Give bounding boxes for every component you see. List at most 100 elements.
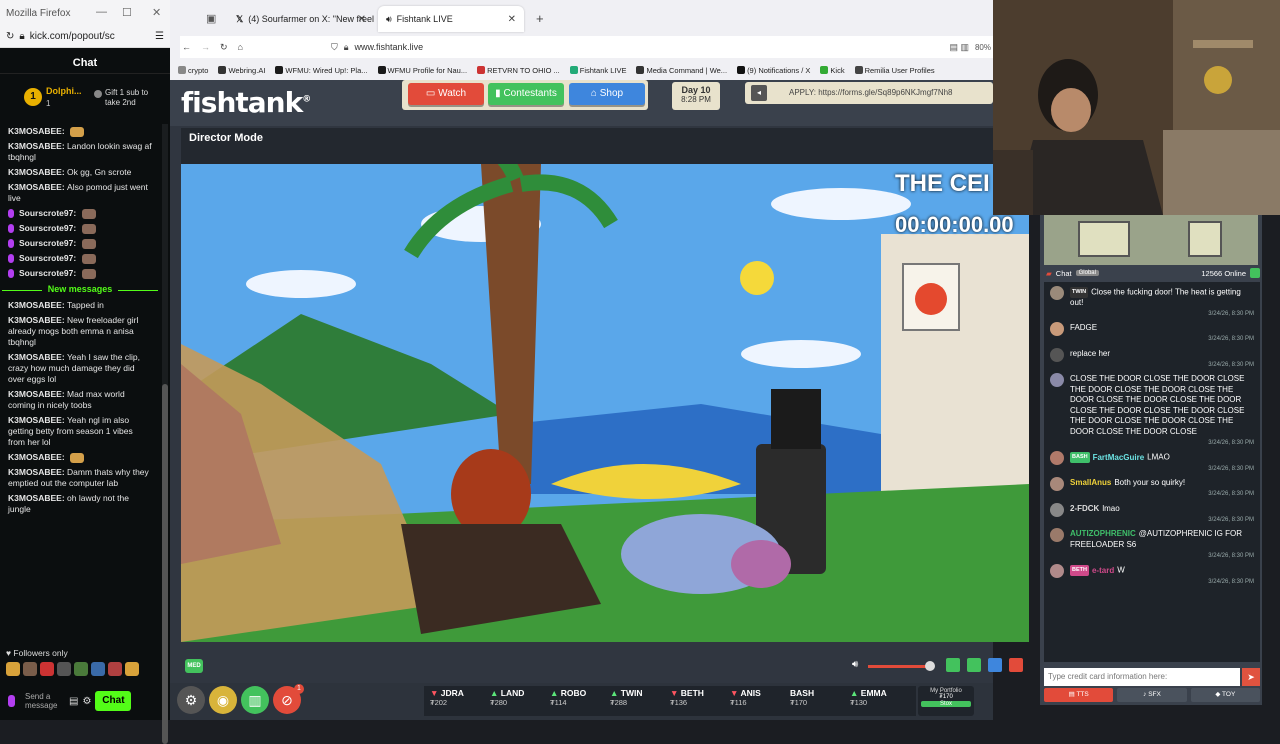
items-icon[interactable]: ▥	[241, 686, 269, 714]
home-icon[interactable]: ⌂	[238, 42, 243, 52]
send-message-input[interactable]: Send a message	[25, 692, 65, 710]
bookmark-item[interactable]: Media Command | We...	[636, 66, 727, 75]
pinned-user[interactable]: Dolphi...	[46, 86, 82, 96]
chat-username[interactable]: FartMacGuire	[1093, 453, 1145, 462]
chat-username[interactable]: e-tard	[1092, 566, 1114, 575]
fishtank-logo[interactable]: fishtank®	[181, 86, 311, 119]
mic-icon[interactable]	[8, 695, 15, 707]
new-tab-icon[interactable]: +	[536, 11, 544, 26]
back-arrow-icon[interactable]: ◂	[751, 85, 767, 101]
tab-close-icon[interactable]: ✕	[508, 14, 516, 25]
apply-banner[interactable]: ◂ APPLY: https://forms.gle/Sq89p6NKJmgf7…	[745, 82, 993, 104]
avatar[interactable]	[1050, 564, 1064, 579]
avatar[interactable]	[1050, 373, 1064, 388]
volume-slider-handle[interactable]	[925, 661, 935, 671]
gift-sub-prompt[interactable]: Gift 1 sub to take 2nd	[105, 88, 163, 108]
tts-button[interactable]: ▤ TTS	[1044, 688, 1114, 702]
tab-fishtank[interactable]: 🔊︎ Fishtank LIVE ✕	[378, 6, 524, 32]
menu-icon[interactable]: ☰	[155, 31, 164, 42]
settings-gear-icon[interactable]: ⚙	[177, 686, 205, 714]
avatar[interactable]	[1050, 322, 1064, 337]
global-tab[interactable]: Global	[1075, 270, 1099, 276]
emote-icon[interactable]	[108, 662, 122, 676]
bookmark-item[interactable]: WFMU: Wired Up!: Pla...	[275, 66, 368, 75]
tab-x-sourfarmer[interactable]: 𝕏 (4) Sourfarmer on X: "New freel ✕	[228, 6, 374, 32]
tab-close-icon[interactable]: ✕	[358, 14, 366, 25]
bookmark-item[interactable]: Remilia User Profiles	[854, 66, 935, 75]
chat-username[interactable]: K3MOSABEE:	[8, 389, 67, 399]
chat-username[interactable]: K3MOSABEE:	[8, 167, 67, 177]
chat-input[interactable]: Type credit card information here:	[1044, 668, 1240, 686]
chat-username[interactable]: K3MOSABEE:	[8, 126, 67, 136]
chat-send-button[interactable]: Chat	[95, 691, 132, 711]
extensions-icon[interactable]: ▤ ▥	[949, 42, 969, 53]
fullscreen-icon[interactable]	[988, 658, 1002, 672]
emote-icon[interactable]	[6, 662, 20, 676]
chat-send-icon[interactable]: ➤	[1242, 668, 1260, 686]
chat-username[interactable]: Sourscrote97:	[19, 223, 79, 233]
stock-ticker[interactable]: ▼ JDRA ₮202 ▲ LAND ₮280 ▲ ROBO ₮114 ▲ TWIN ₮288…	[424, 686, 916, 716]
ticker-item[interactable]: ▲ EMMA ₮130	[844, 686, 904, 716]
emote-icon[interactable]	[40, 662, 54, 676]
volume-slider[interactable]	[868, 665, 930, 668]
bookmark-item[interactable]: crypto	[178, 66, 208, 75]
forward-icon[interactable]: →	[201, 42, 210, 52]
chat-username[interactable]: Sourscrote97:	[19, 268, 79, 278]
chat-username[interactable]: Sourscrote97:	[19, 238, 79, 248]
shop-button[interactable]: ⌂ Shop	[569, 83, 645, 105]
chat-username[interactable]: K3MOSABEE:	[8, 300, 67, 310]
back-icon[interactable]: ←	[182, 42, 191, 52]
chat-username[interactable]: K3MOSABEE:	[8, 315, 67, 325]
toy-button[interactable]: ◆ TOY	[1190, 688, 1260, 702]
emote-icon[interactable]	[91, 662, 105, 676]
avatar[interactable]	[1050, 347, 1064, 362]
chat-username[interactable]: SmallAnus	[1070, 478, 1111, 487]
ticker-item[interactable]: ▼ ANIS ₮116	[724, 686, 784, 716]
address-bar[interactable]: ← → ↻ ⌂ ⛉ 🔒︎ www.fishtank.live ▤ ▥ 80%	[180, 36, 993, 58]
avatar[interactable]	[1050, 502, 1064, 517]
bookmark-item[interactable]: Webring.AI	[218, 66, 265, 75]
chat-username[interactable]: K3MOSABEE:	[8, 452, 67, 462]
avatar[interactable]	[1050, 528, 1064, 543]
minimize-icon[interactable]: —	[96, 6, 107, 18]
ticker-item[interactable]: ▼ BETH ₮136	[664, 686, 724, 716]
close-icon[interactable]: ✕	[152, 6, 161, 19]
bookmark-item[interactable]: Kick	[820, 66, 845, 75]
emote-icon[interactable]	[125, 662, 139, 676]
coins-icon[interactable]: ◉	[209, 686, 237, 714]
tab-overview-icon[interactable]: ▣	[206, 12, 216, 25]
ticker-item[interactable]: ▲ LAND ₮280	[484, 686, 544, 716]
quality-badge[interactable]: MED	[185, 659, 203, 673]
avatar[interactable]	[1050, 477, 1064, 492]
emote-icon[interactable]	[74, 662, 88, 676]
chat-username[interactable]: Sourscrote97:	[19, 253, 79, 263]
bookmark-item[interactable]: Fishtank LIVE	[569, 66, 626, 75]
emote-icon[interactable]	[57, 662, 71, 676]
url-text[interactable]: www.fishtank.live	[355, 42, 424, 52]
bookmark-item[interactable]: (9) Notifications / X	[737, 66, 810, 75]
emote-bar[interactable]	[6, 662, 166, 678]
chat-username[interactable]: K3MOSABEE:	[8, 182, 67, 192]
stox-button[interactable]: Stox	[921, 701, 971, 707]
portfolio-widget[interactable]: My Portfolio ₮170 Stox	[918, 686, 974, 716]
maximize-icon[interactable]: ☐	[122, 6, 132, 19]
chat-username[interactable]: K3MOSABEE:	[8, 352, 67, 362]
volume-icon[interactable]: 🔊︎	[852, 659, 858, 670]
chat-username[interactable]: 2-FDCK	[1070, 504, 1099, 513]
emote-icon[interactable]	[23, 662, 37, 676]
chat-username[interactable]: K3MOSABEE:	[8, 415, 67, 425]
chat-username[interactable]: K3MOSABEE:	[8, 467, 67, 477]
record-icon[interactable]	[1009, 658, 1023, 672]
emoji-icon[interactable]: ▤	[69, 696, 78, 707]
bookmark-item[interactable]: RETVRN TO OHIO ...	[477, 66, 560, 75]
popout-url-bar[interactable]: ↻ 🔒︎ kick.com/popout/sc ☰	[0, 26, 170, 48]
chat-username[interactable]: Sourscrote97:	[19, 208, 79, 218]
kick-chat-scrollbar[interactable]	[162, 124, 168, 744]
chat-username[interactable]: K3MOSABEE:	[8, 493, 67, 503]
avatar[interactable]	[1050, 451, 1064, 466]
ticker-item[interactable]: ▲ ROBO ₮114	[544, 686, 604, 716]
watch-button[interactable]: ▭ Watch	[408, 83, 484, 105]
ticker-item[interactable]: BASH ₮170	[784, 686, 844, 716]
clip-icon[interactable]	[946, 658, 960, 672]
sfx-button[interactable]: ♪ SFX	[1117, 688, 1187, 702]
